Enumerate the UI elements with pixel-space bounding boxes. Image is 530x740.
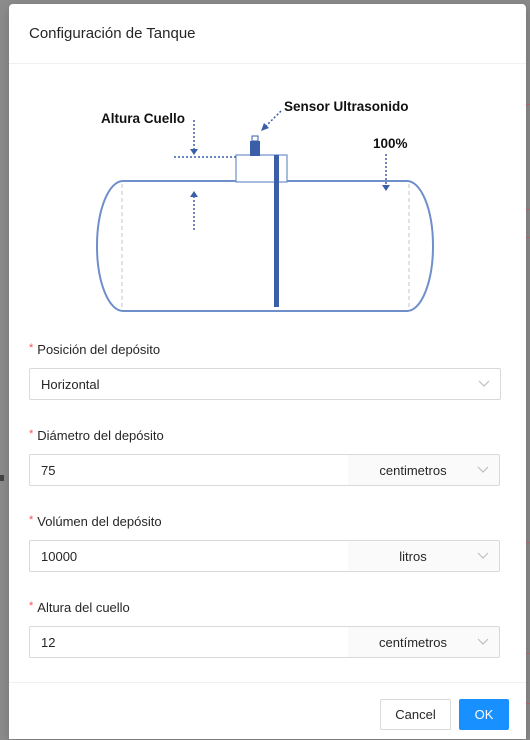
sensor-icon <box>250 141 260 156</box>
neck-input-group: 12 centímetros <box>29 626 501 658</box>
sensor-label: Sensor Ultrasonido <box>284 99 409 114</box>
sensor-cap <box>251 135 259 142</box>
required-mark: * <box>29 428 34 440</box>
position-select-value: Horizontal <box>41 377 100 392</box>
diameter-label-row: * Diámetro del depósito <box>29 428 164 446</box>
diameter-input-group: 75 centimetros <box>29 454 501 486</box>
chevron-down-icon <box>477 466 489 473</box>
neck-height-label: Altura Cuello <box>101 111 185 126</box>
modal-title: Configuración de Tanque <box>29 25 196 42</box>
position-label: Posición del depósito <box>37 342 161 357</box>
sensor-probe <box>274 155 279 307</box>
diameter-unit-select[interactable]: centimetros <box>348 454 500 486</box>
required-mark: * <box>29 600 34 612</box>
position-select[interactable]: Horizontal <box>29 368 501 400</box>
tank-neck <box>235 154 288 183</box>
chevron-down-icon <box>478 380 490 387</box>
volume-unit-value: litros <box>399 549 427 564</box>
diameter-unit-value: centimetros <box>379 463 447 478</box>
volume-label-row: * Volúmen del depósito <box>29 514 162 532</box>
cancel-button[interactable]: Cancel <box>380 699 451 730</box>
chevron-down-icon <box>477 552 489 559</box>
neck-input[interactable]: 12 <box>29 626 349 658</box>
volume-label: Volúmen del depósito <box>37 514 162 529</box>
volume-input-group: 10000 litros <box>29 540 501 572</box>
diameter-input-value: 75 <box>41 463 56 478</box>
full-level-label: 100% <box>373 136 408 151</box>
tank-diagram: Altura Cuello Sensor Ultrasonido 100% <box>96 99 434 312</box>
neck-label: Altura del cuello <box>37 600 130 615</box>
tank-body <box>96 180 434 312</box>
modal-header: Configuración de Tanque <box>9 4 526 64</box>
background-mark <box>0 475 4 481</box>
position-label-row: * Posición del depósito <box>29 342 160 360</box>
modal-footer: Cancel OK <box>9 682 526 740</box>
neck-down-arrow-head <box>190 149 198 155</box>
sensor-arrow-line <box>265 110 282 127</box>
neck-input-value: 12 <box>41 635 56 650</box>
sensor-arrow-head <box>261 123 269 131</box>
required-mark: * <box>29 514 34 526</box>
volume-input-value: 10000 <box>41 549 78 564</box>
diameter-input[interactable]: 75 <box>29 454 349 486</box>
diameter-label: Diámetro del depósito <box>37 428 164 443</box>
neck-unit-value: centímetros <box>379 635 447 650</box>
required-mark: * <box>29 342 34 354</box>
volume-unit-select[interactable]: litros <box>348 540 500 572</box>
chevron-down-icon <box>477 638 489 645</box>
neck-label-row: * Altura del cuello <box>29 600 130 618</box>
volume-input[interactable]: 10000 <box>29 540 349 572</box>
ok-button[interactable]: OK <box>459 699 509 730</box>
neck-unit-select[interactable]: centímetros <box>348 626 500 658</box>
tank-config-modal: Configuración de Tanque Altura Cuello Se… <box>9 4 526 739</box>
